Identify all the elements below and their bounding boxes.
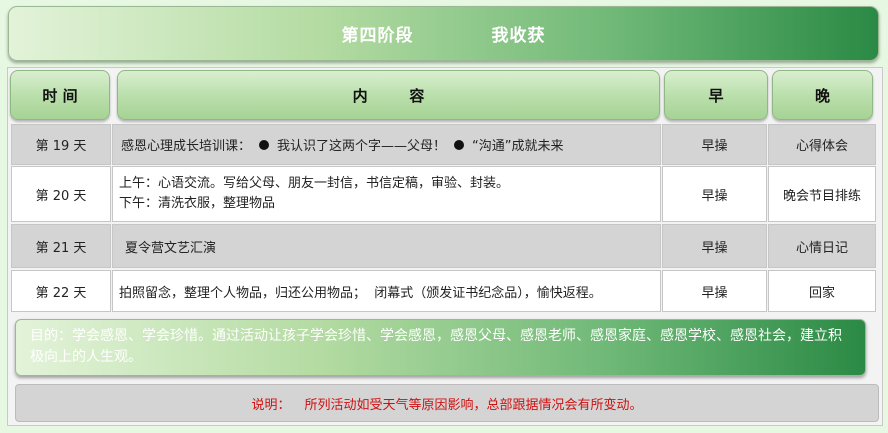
- row-19-day: 第 19 天: [11, 124, 111, 165]
- row-21-morning: 早操: [662, 224, 767, 268]
- row-19-evening: 心得体会: [768, 124, 876, 165]
- row-21-content: 夏令营文艺汇演: [112, 224, 661, 268]
- row-20-content: 上午：心语交流。写给父母、朋友一封信，书信定稿，审验、封装。 下午：清洗衣服，整…: [112, 166, 661, 222]
- header-morning: 早: [664, 70, 768, 120]
- row-19-content: 感恩心理成长培训课： 我认识了这两个字——父母！ “沟通”成就未来: [112, 124, 661, 165]
- header-evening: 晚: [772, 70, 873, 120]
- note-text: 所列活动如受天气等原因影响，总部跟据情况会有所变动。: [304, 397, 643, 413]
- row-22-day: 第 22 天: [11, 270, 111, 312]
- row-20-line-2: 下午：清洗衣服，整理物品: [119, 196, 276, 211]
- stage-label: 第四阶段: [341, 26, 414, 46]
- row-22-morning: 早操: [662, 270, 767, 312]
- row-22-content: 拍照留念，整理个人物品，归还公用物品； 闭幕式（颁发证书纪念品），愉快返程。: [112, 270, 661, 312]
- row-20-line-1: 上午：心语交流。写给父母、朋友一封信，书信定稿，审验、封装。: [119, 176, 510, 191]
- row-19-morning: 早操: [662, 124, 767, 165]
- row-19-item-2: “沟通”成就未来: [472, 139, 564, 154]
- row-20-evening: 晚会节目排练: [768, 166, 876, 222]
- header-time: 时 间: [10, 70, 110, 120]
- row-21-day: 第 21 天: [11, 224, 111, 268]
- page-title-bar: 第四阶段 我收获: [8, 6, 879, 61]
- row-19-intro: 感恩心理成长培训课：: [121, 139, 252, 154]
- bullet-icon: [259, 139, 270, 150]
- note-box: 说明： 所列活动如受天气等原因影响，总部跟据情况会有所变动。: [15, 384, 879, 422]
- note-label: 说明：: [251, 397, 291, 413]
- bullet-icon: [454, 139, 465, 150]
- goal-box: 目的：学会感恩、学会珍惜。通过活动让孩子学会珍惜、学会感恩，感恩父母、感恩老师、…: [15, 319, 866, 376]
- row-21-evening: 心情日记: [768, 224, 876, 268]
- row-22-evening: 回家: [768, 270, 876, 312]
- theme-label: 我收获: [491, 26, 546, 46]
- header-content: 内 容: [117, 70, 660, 120]
- row-20-morning: 早操: [662, 166, 767, 222]
- row-19-item-1: 我认识了这两个字——父母！: [277, 139, 447, 154]
- row-20-day: 第 20 天: [11, 166, 111, 222]
